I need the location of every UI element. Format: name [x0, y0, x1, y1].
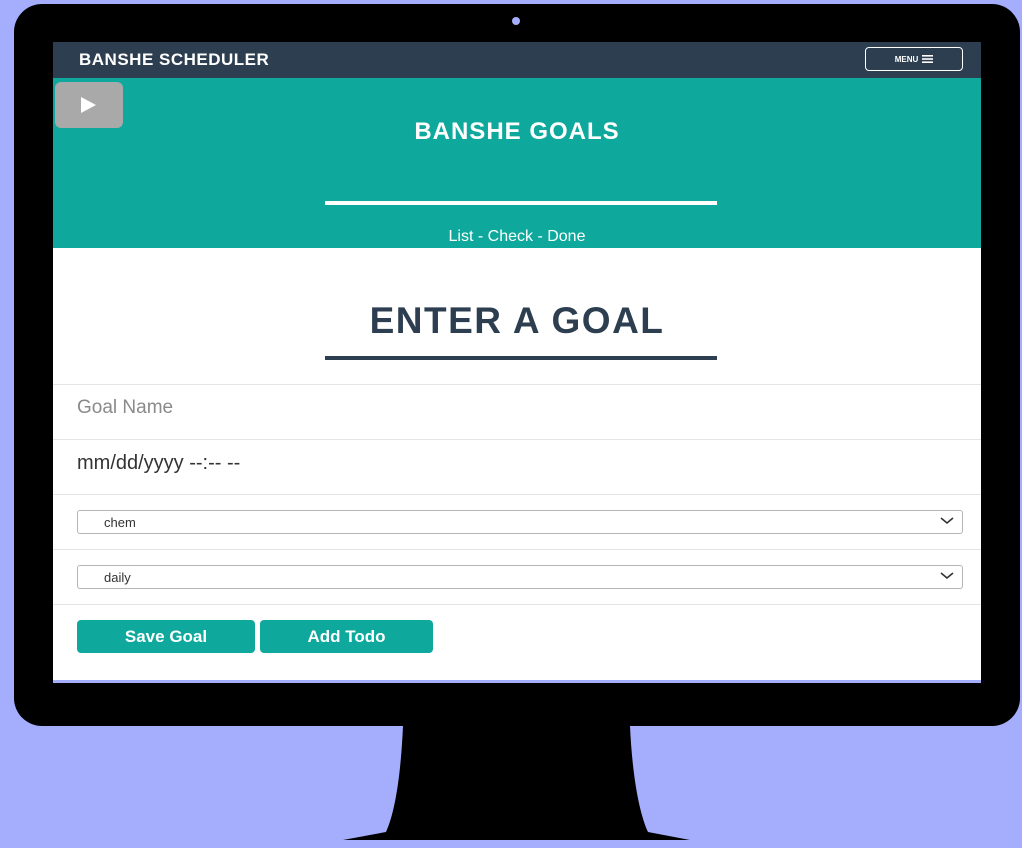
frequency-row: daily — [53, 549, 981, 604]
play-icon — [81, 97, 96, 113]
category-row: chem — [53, 494, 981, 549]
goal-name-input[interactable] — [77, 397, 677, 419]
goal-date-row: mm/dd/yyyy --:-- -- — [53, 439, 981, 494]
form-title-divider — [325, 356, 717, 360]
save-goal-button[interactable]: Save Goal — [77, 620, 255, 653]
category-select-value: chem — [104, 514, 136, 530]
goal-datetime-input[interactable]: mm/dd/yyyy --:-- -- — [77, 452, 677, 475]
hero-title: BANSHE GOALS — [414, 118, 620, 145]
button-row-divider — [53, 604, 981, 605]
hero-banner: BANSHE GOALS List - Check - Done — [53, 78, 981, 248]
category-select[interactable]: chem — [77, 510, 963, 534]
menu-button[interactable]: MENU — [865, 47, 963, 71]
form-title: ENTER A GOAL — [369, 300, 665, 341]
add-todo-button[interactable]: Add Todo — [260, 620, 433, 653]
chevron-down-icon — [940, 517, 954, 525]
navbar: BANSHE SCHEDULER MENU — [53, 42, 981, 78]
app-screen: BANSHE SCHEDULER MENU BANSHE GOALS List … — [53, 42, 981, 682]
menu-label: MENU — [894, 54, 919, 64]
hero-subtitle: List - Check - Done — [448, 228, 586, 245]
hero-divider — [325, 201, 717, 205]
frequency-select[interactable]: daily — [77, 565, 963, 589]
hamburger-icon — [922, 55, 934, 63]
frequency-select-value: daily — [104, 569, 131, 585]
chevron-down-icon — [940, 572, 954, 580]
screen-bottom-edge — [53, 680, 981, 683]
brand-title[interactable]: BANSHE SCHEDULER — [79, 50, 269, 70]
goal-name-row — [53, 384, 981, 439]
